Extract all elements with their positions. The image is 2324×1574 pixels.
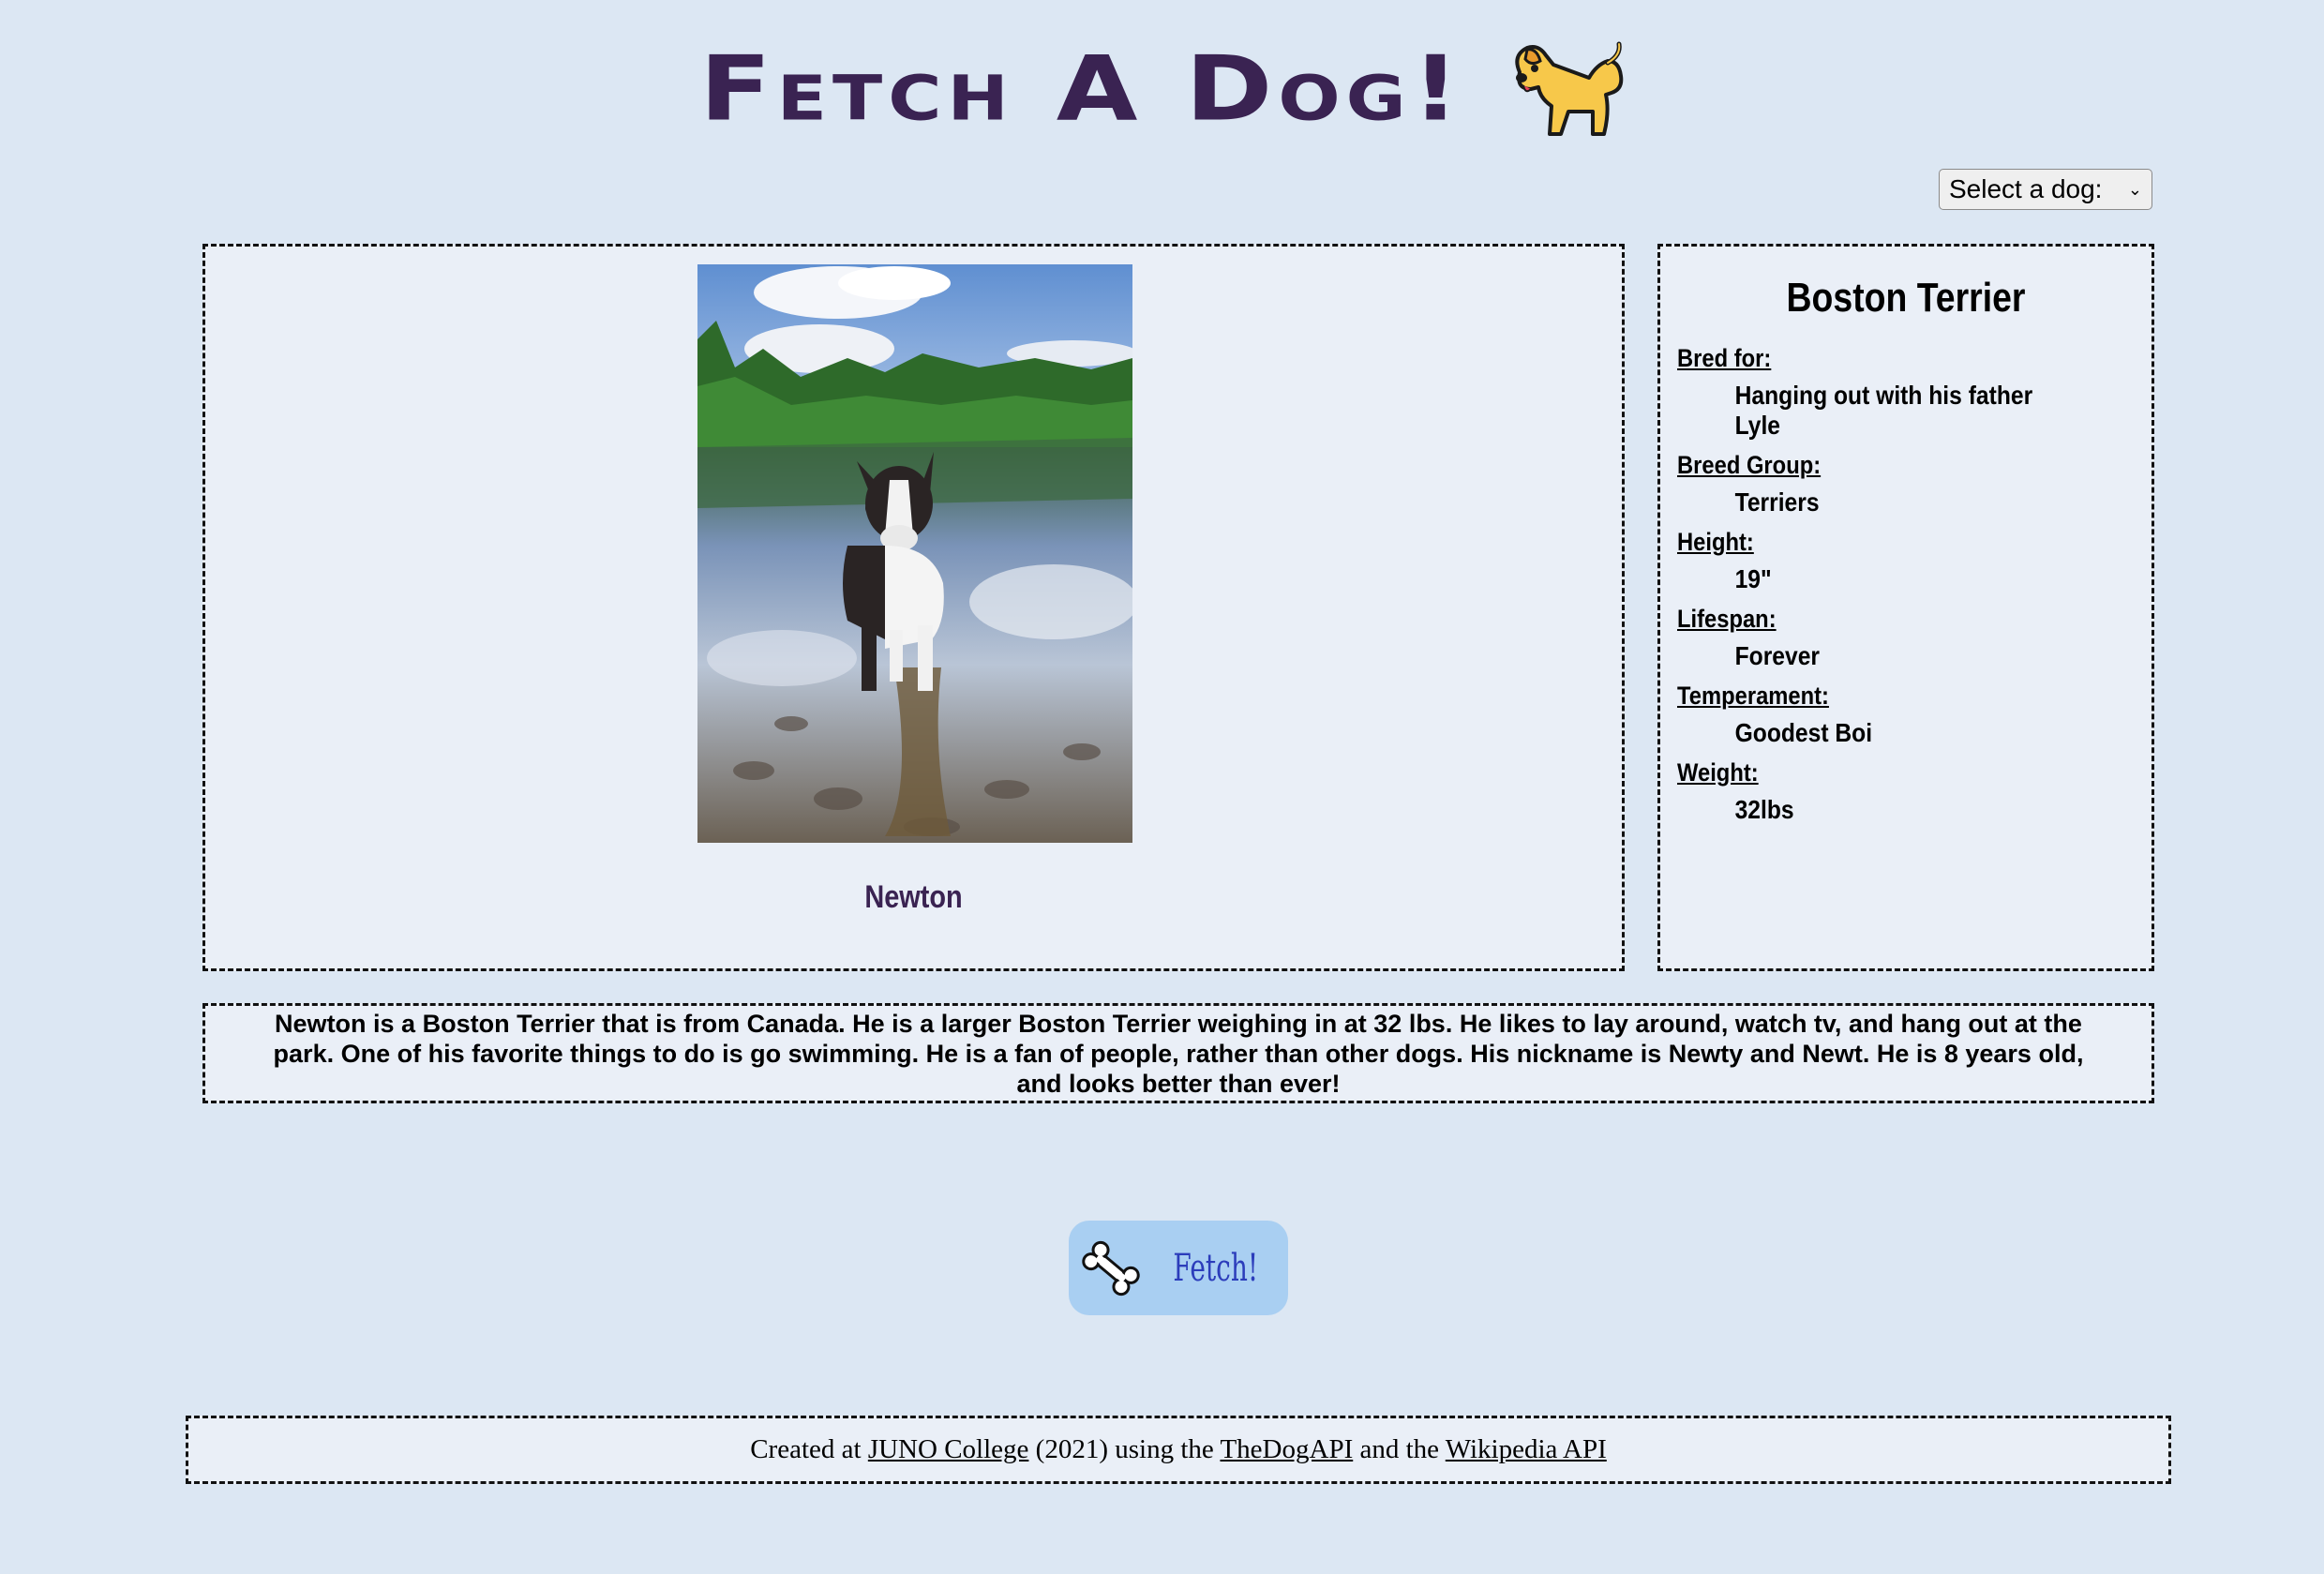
- description-panel: Newton is a Boston Terrier that is from …: [202, 1003, 2154, 1103]
- chevron-down-icon: ⌄: [2127, 179, 2142, 199]
- field-height: Height: 19": [1677, 528, 2135, 594]
- dog-select-value: Select a dog:: [1949, 174, 2103, 203]
- field-weight: Weight: 32lbs: [1677, 758, 2135, 825]
- field-value: 32lbs: [1734, 795, 1794, 824]
- field-label: Lifespan:: [1677, 605, 1777, 633]
- breed-info-panel: Boston Terrier Bred for: Hanging out wit…: [1657, 244, 2154, 971]
- page-title: Fetch A Dog!: [699, 37, 1465, 142]
- dog-icon: [1515, 41, 1624, 136]
- field-value: Forever: [1734, 641, 1820, 670]
- page-header: Fetch A Dog!: [0, 19, 2324, 159]
- footer-middle-2: and the: [1353, 1434, 1446, 1464]
- field-value: Hanging out with his father Lyle: [1734, 381, 2033, 440]
- fetch-button-label: Fetch!: [1173, 1246, 1259, 1290]
- juno-college-link[interactable]: JUNO College: [868, 1434, 1029, 1464]
- field-breed-group: Breed Group: Terriers: [1677, 451, 2135, 517]
- dog-image-panel: Newton: [202, 244, 1625, 971]
- field-label: Height:: [1677, 528, 1754, 556]
- footer-middle-1: (2021) using the: [1028, 1434, 1221, 1464]
- dog-description: Newton is a Boston Terrier that is from …: [273, 1009, 2084, 1098]
- field-temperament: Temperament: Goodest Boi: [1677, 682, 2135, 748]
- field-value: 19": [1734, 564, 1772, 593]
- thedogapi-link[interactable]: TheDogAPI: [1220, 1434, 1353, 1464]
- field-bred-for: Bred for: Hanging out with his father Ly…: [1677, 344, 2135, 441]
- field-lifespan: Lifespan: Forever: [1677, 605, 2135, 671]
- dog-select[interactable]: Select a dog: ⌄: [1939, 169, 2152, 210]
- breed-title: Boston Terrier: [1786, 275, 2026, 321]
- field-value: Terriers: [1734, 487, 1820, 517]
- field-label: Weight:: [1677, 758, 1759, 787]
- footer-text: Created at JUNO College (2021) using the…: [750, 1434, 1607, 1465]
- fetch-button[interactable]: Fetch!: [1069, 1221, 1288, 1315]
- wikipedia-api-link[interactable]: Wikipedia API: [1446, 1434, 1607, 1464]
- field-label: Temperament:: [1677, 682, 1829, 710]
- field-label: Bred for:: [1677, 344, 1772, 372]
- dog-name: Newton: [864, 879, 963, 915]
- field-label: Breed Group:: [1677, 451, 1822, 479]
- bone-icon: [1082, 1240, 1140, 1296]
- footer-prefix: Created at: [750, 1434, 868, 1464]
- footer: Created at JUNO College (2021) using the…: [186, 1416, 2171, 1484]
- dog-photo: [697, 264, 1132, 843]
- field-value: Goodest Boi: [1734, 718, 1873, 747]
